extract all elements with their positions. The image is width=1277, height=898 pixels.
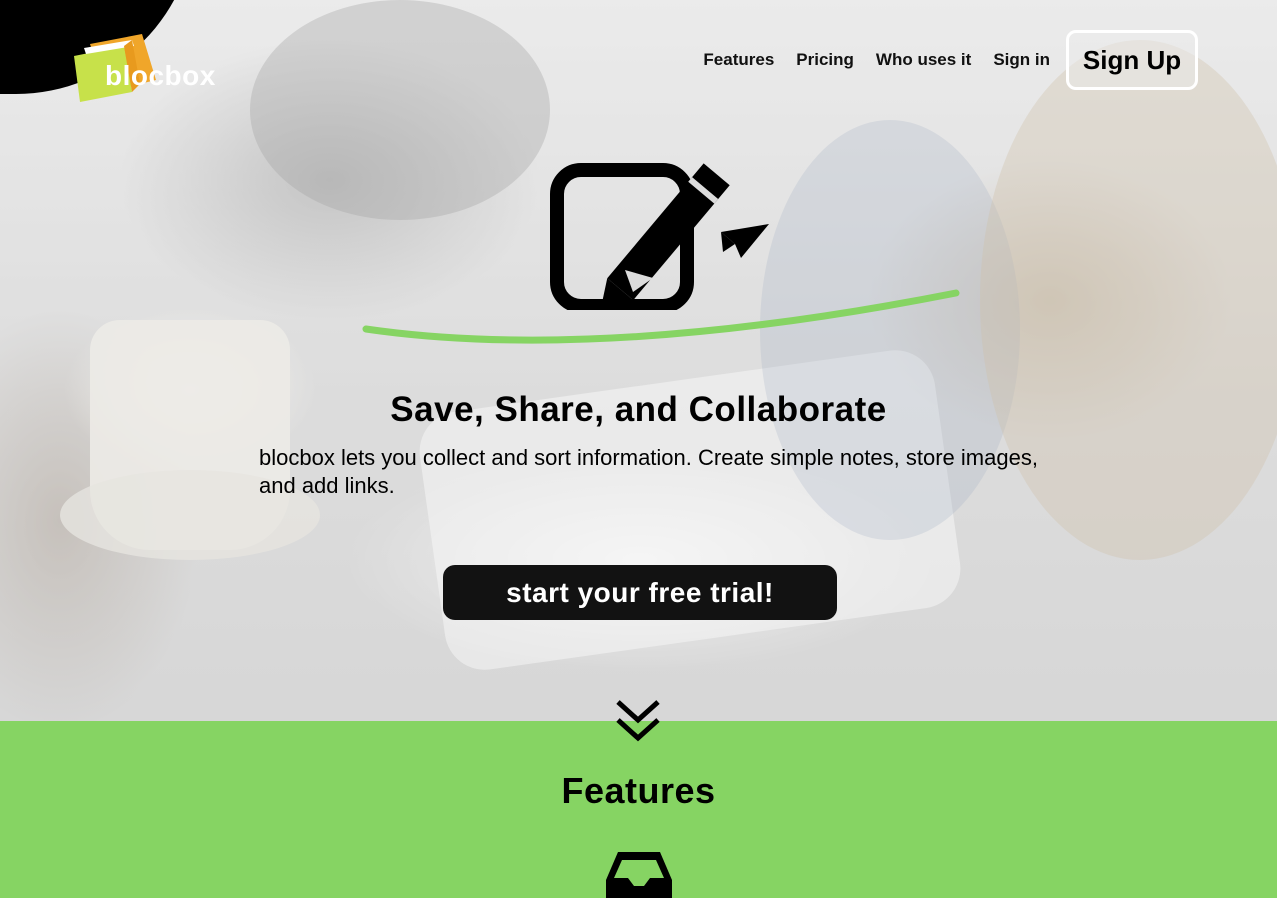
nav-sign-in[interactable]: Sign in [993,50,1050,70]
inbox-icon [606,852,672,898]
start-free-trial-button[interactable]: start your free trial! [443,565,837,620]
nav-pricing[interactable]: Pricing [796,50,854,70]
features-title: Features [561,770,716,811]
sign-up-button[interactable]: Sign Up [1066,30,1198,90]
hero-title: Save, Share, and Collaborate [390,390,887,429]
hero-description: blocbox lets you collect and sort inform… [259,445,1038,498]
main-nav: Features Pricing Who uses it Sign in Sig… [681,30,1198,90]
brand-name: blocbox [105,60,216,91]
double-chevron-down-icon[interactable] [614,698,662,746]
nav-features[interactable]: Features [703,50,774,70]
accent-curve [362,289,960,344]
logo[interactable]: blocbox [72,34,222,104]
nav-who-uses-it[interactable]: Who uses it [876,50,971,70]
